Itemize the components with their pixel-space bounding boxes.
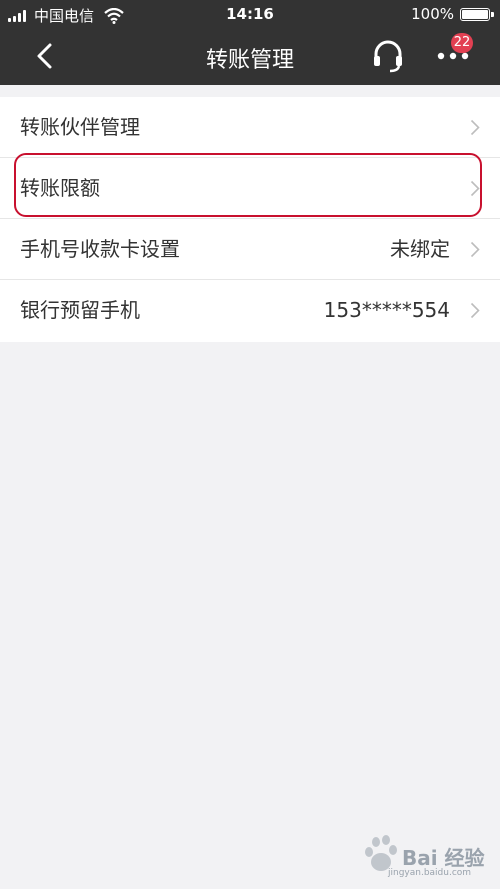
list-item-label: 转账限额 [20,176,100,200]
chevron-right-icon [470,241,480,258]
list-item-transfer-limit[interactable]: 转账限额 [0,158,500,219]
list-item-phone-receiving-card[interactable]: 手机号收款卡设置 未绑定 [0,219,500,280]
settings-list: 转账伙伴管理 转账限额 手机号收款卡设置 未绑定 银行预留手机 153*****… [0,97,500,342]
status-bar: 中国电信 14:16 100% [0,0,500,28]
list-item-value: 153*****554 [323,298,450,322]
watermark-url: jingyan.baidu.com [388,868,472,878]
watermark-text: Bai 经验 [402,846,485,870]
nav-bar: 转账管理 22 [0,28,500,85]
notification-badge: 22 [451,33,473,53]
status-right: 100% [411,5,494,23]
list-item-value: 未绑定 [390,237,450,261]
chevron-right-icon [470,180,480,197]
list-item-label: 手机号收款卡设置 [20,237,180,261]
list-item-label: 银行预留手机 [20,298,140,322]
chevron-right-icon [470,119,480,136]
battery-icon [460,7,494,21]
battery-percent: 100% [411,5,454,23]
list-item-label: 转账伙伴管理 [20,115,140,139]
chevron-right-icon [470,302,480,319]
list-item-reserved-phone[interactable]: 银行预留手机 153*****554 [0,280,500,342]
page-title: 转账管理 [205,48,294,73]
headset-icon[interactable] [370,38,406,74]
list-item-transfer-partners[interactable]: 转账伙伴管理 [0,97,500,158]
